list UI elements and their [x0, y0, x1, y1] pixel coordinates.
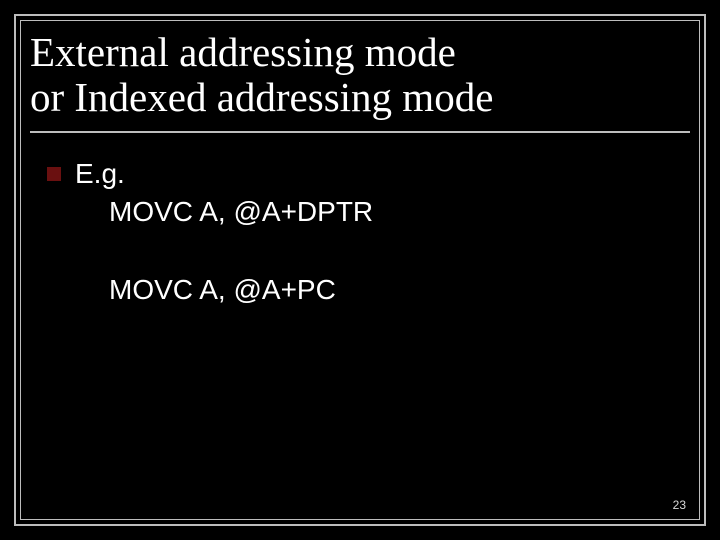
spacer: [47, 231, 680, 271]
slide: External addressing mode or Indexed addr…: [0, 0, 720, 540]
code-line-1: MOVC A, @A+DPTR: [109, 193, 680, 231]
title-line-1: External addressing mode: [30, 29, 456, 75]
title-underline: [30, 131, 690, 133]
slide-body: E.g. MOVC A, @A+DPTR MOVC A, @A+PC: [47, 155, 680, 308]
page-number: 23: [673, 498, 686, 512]
title-line-2: or Indexed addressing mode: [30, 74, 493, 120]
bullet-label: E.g.: [75, 155, 125, 193]
code-line-2: MOVC A, @A+PC: [109, 271, 680, 309]
bullet-item: E.g.: [47, 155, 680, 193]
bullet-icon: [47, 167, 61, 181]
slide-title: External addressing mode or Indexed addr…: [30, 30, 690, 130]
